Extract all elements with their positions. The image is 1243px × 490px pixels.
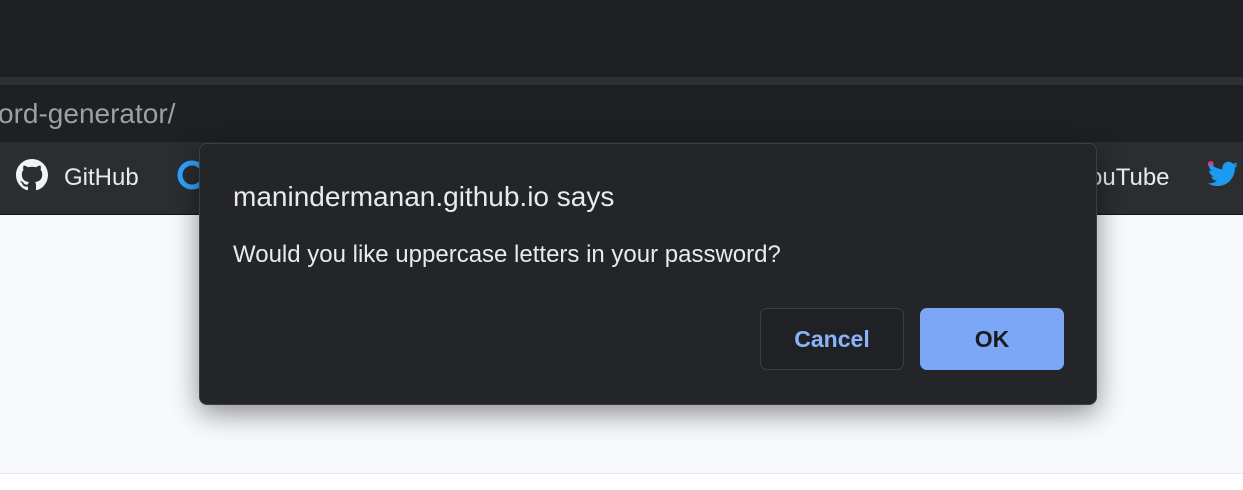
cancel-button[interactable]: Cancel (760, 308, 904, 370)
bookmark-twitter[interactable] (1206, 142, 1243, 214)
github-icon (16, 158, 48, 198)
bookmark-label: ouTube (1089, 164, 1170, 191)
bookmark-label: GitHub (64, 164, 139, 191)
toolbar-divider (0, 77, 1243, 85)
dialog-title: manindermanan.github.io says (233, 181, 615, 212)
browser-window: ord-generator/ GitHub ouTube maninderman… (0, 0, 1243, 490)
twitter-icon (1206, 160, 1240, 197)
address-bar[interactable] (0, 85, 1243, 142)
bookmark-youtube[interactable]: ouTube (1089, 142, 1170, 214)
alert-dialog: manindermanan.github.io says Would you l… (199, 143, 1097, 405)
title-bar (0, 0, 1243, 77)
dialog-message: Would you like uppercase letters in your… (233, 241, 781, 268)
bookmark-github[interactable]: GitHub (16, 142, 139, 214)
ok-button[interactable]: OK (920, 308, 1064, 370)
address-bar-url[interactable]: ord-generator/ (0, 96, 175, 132)
